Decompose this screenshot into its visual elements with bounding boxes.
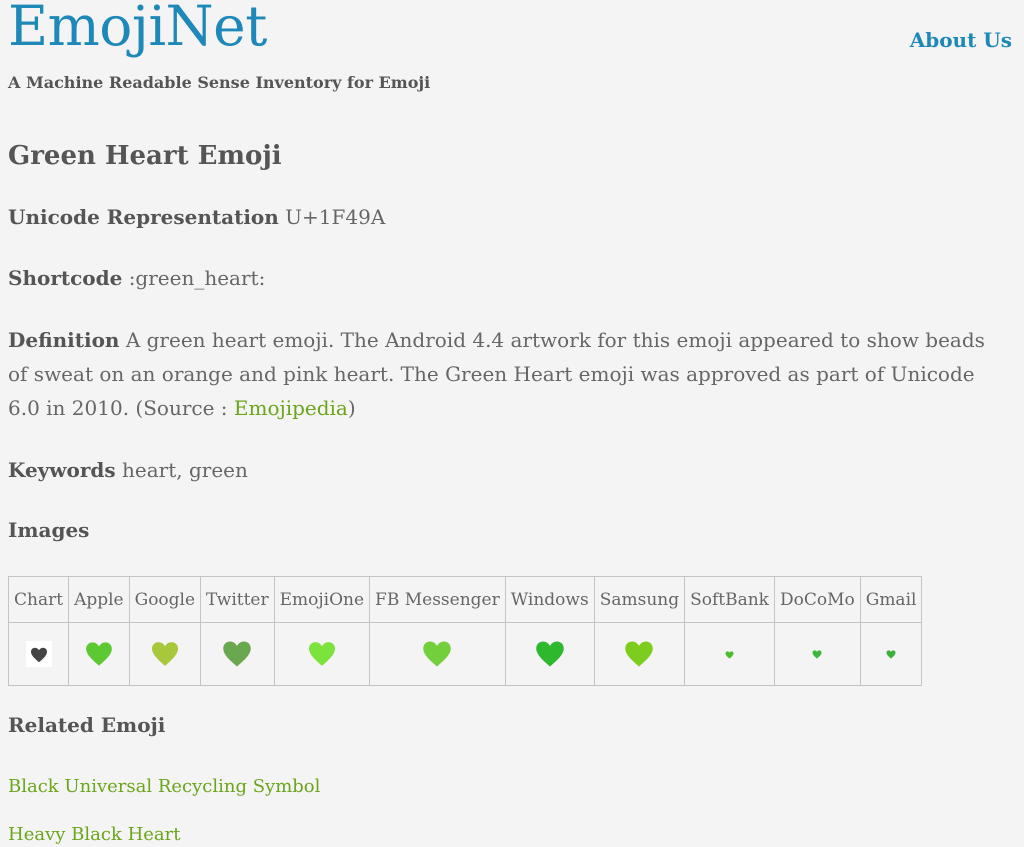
green-heart-icon bbox=[223, 641, 252, 667]
green-heart-icon bbox=[85, 642, 112, 666]
keywords-field: Keywords heart, green bbox=[8, 453, 1008, 487]
definition-label: Definition bbox=[8, 328, 120, 352]
green-heart-icon bbox=[535, 641, 564, 667]
vendor-header-samsung: Samsung bbox=[593, 576, 686, 623]
vendor-header-apple: Apple bbox=[68, 576, 130, 623]
green-heart-icon bbox=[625, 641, 654, 667]
shortcode-field: Shortcode :green_heart: bbox=[8, 261, 1008, 295]
image-cell-twitter bbox=[200, 622, 275, 686]
about-us-link[interactable]: About Us bbox=[910, 28, 1012, 52]
site-tagline: A Machine Readable Sense Inventory for E… bbox=[8, 73, 431, 92]
vendor-header-row: Chart Apple Google Twitter EmojiOne FB M… bbox=[7, 576, 923, 623]
unicode-label: Unicode Representation bbox=[8, 205, 279, 229]
image-cell-softbank bbox=[684, 622, 775, 686]
site-logo-link[interactable]: EmojiNet bbox=[8, 0, 267, 58]
definition-field: Definition A green heart emoji. The Andr… bbox=[8, 323, 1008, 425]
related-emoji-link[interactable]: Black Universal Recycling Symbol bbox=[8, 776, 320, 797]
image-cell-gmail bbox=[859, 622, 923, 686]
emojipedia-source-link[interactable]: Emojipedia bbox=[234, 396, 348, 420]
image-cell-emojione bbox=[273, 622, 371, 686]
vendor-header-docomo: DoCoMo bbox=[773, 576, 861, 623]
vendor-header-twitter: Twitter bbox=[200, 576, 275, 623]
green-heart-icon bbox=[151, 642, 178, 666]
unicode-value: U+1F49A bbox=[285, 205, 386, 229]
vendor-header-windows: Windows bbox=[504, 576, 595, 623]
chart-image bbox=[25, 641, 52, 667]
vendor-header-emojione: EmojiOne bbox=[273, 576, 371, 623]
images-heading: Images bbox=[8, 518, 90, 542]
vendor-header-fb-messenger: FB Messenger bbox=[369, 576, 506, 623]
green-heart-icon bbox=[308, 642, 335, 666]
emoji-images-table: Chart Apple Google Twitter EmojiOne FB M… bbox=[7, 576, 923, 686]
definition-text: A green heart emoji. The Android 4.4 art… bbox=[8, 328, 985, 420]
vendor-header-chart: Chart bbox=[7, 576, 70, 623]
emoji-image-row bbox=[7, 622, 923, 686]
keywords-label: Keywords bbox=[8, 458, 116, 482]
shortcode-value: :green_heart: bbox=[128, 266, 266, 290]
vendor-header-google: Google bbox=[128, 576, 202, 623]
green-heart-icon bbox=[725, 650, 734, 659]
unicode-field: Unicode Representation U+1F49A bbox=[8, 200, 1008, 234]
image-cell-windows bbox=[504, 622, 595, 686]
image-cell-samsung bbox=[593, 622, 686, 686]
related-emoji-link[interactable]: Heavy Black Heart bbox=[8, 824, 181, 845]
related-emoji-heading: Related Emoji bbox=[8, 713, 166, 737]
image-cell-google bbox=[128, 622, 202, 686]
image-cell-fb-messenger bbox=[369, 622, 506, 686]
green-heart-icon bbox=[812, 650, 822, 659]
image-cell-chart bbox=[7, 622, 70, 686]
green-heart-icon bbox=[886, 650, 896, 659]
definition-close: ) bbox=[347, 396, 356, 420]
shortcode-label: Shortcode bbox=[8, 266, 123, 290]
vendor-header-softbank: SoftBank bbox=[684, 576, 775, 623]
vendor-header-gmail: Gmail bbox=[859, 576, 923, 623]
page-title: Green Heart Emoji bbox=[8, 141, 282, 171]
keywords-value: heart, green bbox=[122, 458, 248, 482]
green-heart-icon bbox=[423, 641, 452, 667]
green-heart-icon bbox=[30, 647, 47, 662]
image-cell-docomo bbox=[773, 622, 861, 686]
image-cell-apple bbox=[68, 622, 130, 686]
